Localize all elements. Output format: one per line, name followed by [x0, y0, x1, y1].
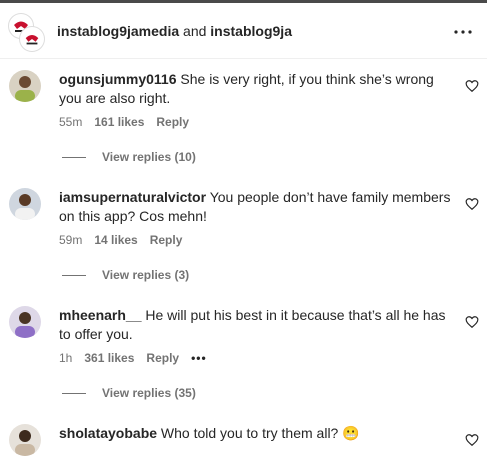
authors-conjunction: and	[183, 23, 207, 39]
like-heart-icon[interactable]	[465, 315, 479, 329]
comment-text-block: ogunsjummy0116 She is very right, if you…	[59, 70, 451, 108]
comment-username[interactable]: ogunsjummy0116	[59, 71, 177, 87]
view-replies-row[interactable]: View replies (10)	[62, 150, 196, 164]
author-link-1[interactable]: instablog9jamedia	[57, 23, 179, 39]
comment-meta: 1h 361 likes Reply •••	[59, 351, 207, 365]
comment-time[interactable]: 1h	[59, 351, 72, 365]
comment-likes[interactable]: 161 likes	[94, 115, 144, 129]
reply-button[interactable]: Reply	[150, 233, 183, 247]
avatar-instablog9ja[interactable]	[20, 27, 44, 51]
replies-divider	[62, 392, 86, 394]
replies-divider	[62, 274, 86, 276]
replies-divider	[62, 156, 86, 158]
avatar[interactable]	[9, 306, 41, 338]
like-heart-icon[interactable]	[465, 197, 479, 211]
comment-time[interactable]: 55m	[59, 115, 82, 129]
comment-options-icon[interactable]: •••	[191, 351, 207, 365]
comment-meta: 55m 161 likes Reply	[59, 115, 189, 129]
user-photo-icon	[9, 70, 41, 102]
grimacing-emoji-icon: 😬	[342, 425, 360, 441]
user-photo-icon	[9, 424, 41, 456]
comment-text-block: sholatayobabe Who told you to try them a…	[59, 424, 451, 443]
comment-text: Who told you to try them all?	[160, 425, 339, 441]
more-options-icon[interactable]	[452, 23, 474, 41]
view-replies-row[interactable]: View replies (3)	[62, 268, 189, 282]
comment-likes[interactable]: 14 likes	[94, 233, 137, 247]
post-header: instablog9jamedia and instablog9ja	[0, 3, 487, 59]
brand-logo-icon	[23, 30, 41, 48]
view-replies-row[interactable]: View replies (35)	[62, 386, 196, 400]
user-photo-icon	[9, 306, 41, 338]
view-replies-button[interactable]: View replies (35)	[102, 386, 196, 400]
author-link-2[interactable]: instablog9ja	[210, 23, 292, 39]
comment-username[interactable]: sholatayobabe	[59, 425, 157, 441]
reply-button[interactable]: Reply	[156, 115, 189, 129]
comment-username[interactable]: iamsupernaturalvictor	[59, 189, 206, 205]
reply-button[interactable]: Reply	[146, 351, 179, 365]
comment-meta: 59m 14 likes Reply	[59, 233, 182, 247]
comment-likes[interactable]: 361 likes	[84, 351, 134, 365]
avatar[interactable]	[9, 70, 41, 102]
like-heart-icon[interactable]	[465, 79, 479, 93]
post-authors: instablog9jamedia and instablog9ja	[57, 23, 292, 39]
like-heart-icon[interactable]	[465, 433, 479, 447]
collab-avatars[interactable]	[8, 13, 48, 53]
view-replies-button[interactable]: View replies (3)	[102, 268, 189, 282]
avatar[interactable]	[9, 424, 41, 456]
comment-time[interactable]: 59m	[59, 233, 82, 247]
view-replies-button[interactable]: View replies (10)	[102, 150, 196, 164]
comment-text-block: mheenarh__ He will put his best in it be…	[59, 306, 451, 344]
user-photo-icon	[9, 188, 41, 220]
comment-text-block: iamsupernaturalvictor You people don’t h…	[59, 188, 451, 226]
avatar[interactable]	[9, 188, 41, 220]
comment-username[interactable]: mheenarh__	[59, 307, 141, 323]
